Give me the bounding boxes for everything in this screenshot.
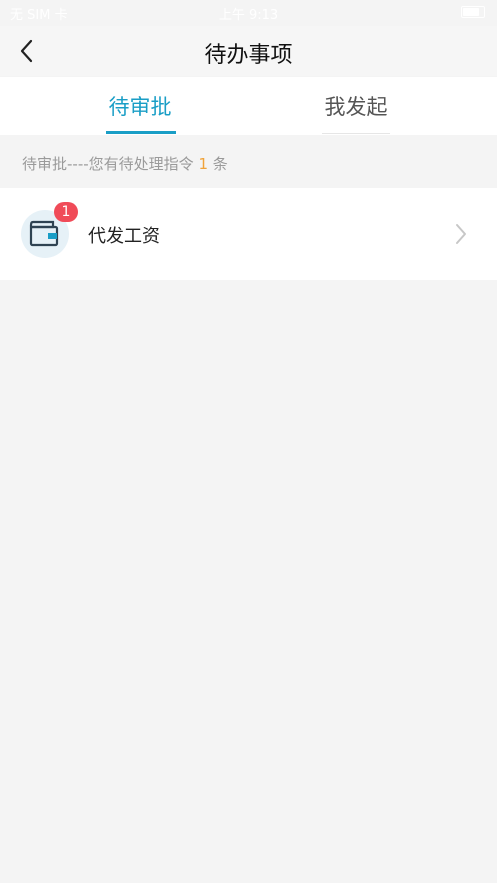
notice-count: 1 xyxy=(198,155,208,173)
tab-divider xyxy=(322,133,390,134)
tab-bar: 待审批 我发起 xyxy=(0,77,497,135)
status-time: 上午 9:13 xyxy=(218,8,279,23)
active-tab-indicator xyxy=(106,131,176,134)
nav-bar: 待办事项 xyxy=(0,26,497,76)
notice-suffix: 条 xyxy=(212,155,228,173)
tab-pending-approval[interactable]: 待审批 xyxy=(0,77,280,135)
list-item-label: 代发工资 xyxy=(88,226,160,247)
todo-list: 1 代发工资 xyxy=(0,188,497,280)
notice-prefix: 待审批----您有待处理指令 xyxy=(22,155,194,173)
pending-notice: 待审批----您有待处理指令 1 条 xyxy=(22,153,228,174)
battery-icon xyxy=(461,6,485,18)
status-right xyxy=(461,6,485,18)
status-bar: 无 SIM 卡 上午 9:13 xyxy=(0,0,497,26)
chevron-right-icon xyxy=(456,224,466,244)
unread-badge: 1 xyxy=(54,202,78,222)
page-title: 待办事项 xyxy=(204,43,293,68)
tab-initiated-by-me[interactable]: 我发起 xyxy=(280,77,432,135)
